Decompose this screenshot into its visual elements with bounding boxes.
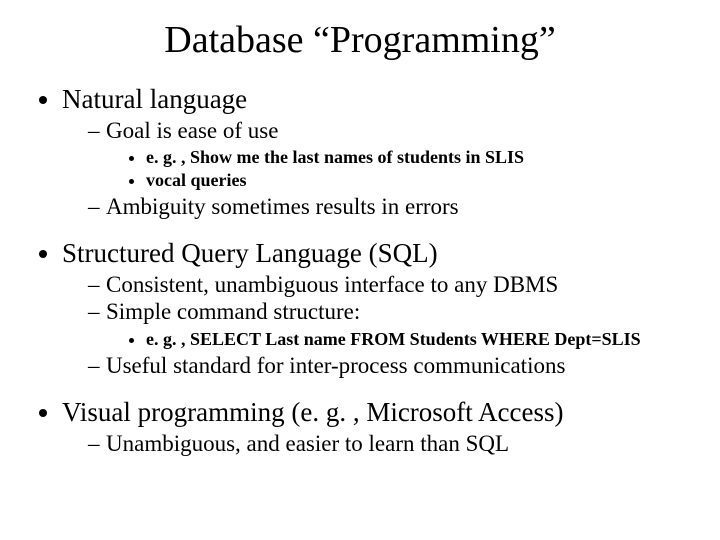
sub-list: Goal is ease of use e. g. , Show me the … bbox=[62, 117, 692, 220]
sub-bullet: Goal is ease of use e. g. , Show me the … bbox=[88, 117, 692, 191]
bullet-text: Structured Query Language (SQL) bbox=[62, 238, 438, 268]
bullet-list: Natural language Goal is ease of use e. … bbox=[28, 84, 692, 457]
sub-bullet-text: Simple command structure: bbox=[106, 299, 360, 324]
sub-bullet: Unambiguous, and easier to learn than SQ… bbox=[88, 430, 692, 457]
bullet-text: Natural language bbox=[62, 84, 247, 114]
slide: Database “Programming” Natural language … bbox=[0, 0, 720, 540]
sub-bullet-text: Useful standard for inter-process commun… bbox=[106, 353, 565, 378]
sub-bullet-text: Unambiguous, and easier to learn than SQ… bbox=[106, 431, 509, 456]
sub-bullet: Ambiguity sometimes results in errors bbox=[88, 193, 692, 220]
sub-list: Consistent, unambiguous interface to any… bbox=[62, 271, 692, 379]
sub-bullet: Simple command structure: e. g. , SELECT… bbox=[88, 298, 692, 350]
sub-sub-bullet: e. g. , Show me the last names of studen… bbox=[146, 146, 692, 169]
sub-bullet-text: Consistent, unambiguous interface to any… bbox=[106, 272, 558, 297]
sub-bullet: Consistent, unambiguous interface to any… bbox=[88, 271, 692, 298]
sub-sub-list: e. g. , Show me the last names of studen… bbox=[106, 146, 692, 191]
bullet-visual-programming: Visual programming (e. g. , Microsoft Ac… bbox=[62, 397, 692, 457]
sub-sub-bullet: vocal queries bbox=[146, 169, 692, 192]
sub-bullet: Useful standard for inter-process commun… bbox=[88, 352, 692, 379]
sub-bullet-text: Ambiguity sometimes results in errors bbox=[106, 194, 459, 219]
bullet-text: Visual programming (e. g. , Microsoft Ac… bbox=[62, 397, 564, 427]
bullet-natural-language: Natural language Goal is ease of use e. … bbox=[62, 84, 692, 220]
sub-sub-bullet: e. g. , SELECT Last name FROM Students W… bbox=[146, 328, 692, 351]
sub-sub-list: e. g. , SELECT Last name FROM Students W… bbox=[106, 328, 692, 351]
sub-list: Unambiguous, and easier to learn than SQ… bbox=[62, 430, 692, 457]
slide-title: Database “Programming” bbox=[28, 18, 692, 62]
bullet-sql: Structured Query Language (SQL) Consiste… bbox=[62, 238, 692, 379]
sub-bullet-text: Goal is ease of use bbox=[106, 118, 278, 143]
